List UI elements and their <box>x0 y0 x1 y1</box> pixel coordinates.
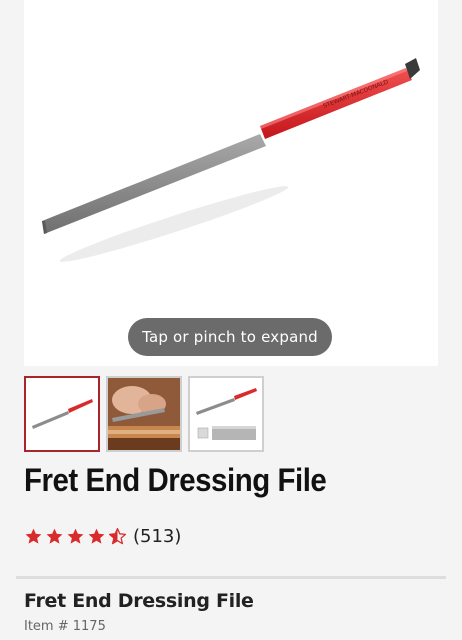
file-image: STEWART-MACDONALD <box>42 58 420 262</box>
svg-text:STEWART-MACDONALD: STEWART-MACDONALD <box>322 78 390 109</box>
in-use-thumbnail <box>108 378 180 450</box>
file-thumbnail <box>26 378 98 450</box>
star-full-icon <box>88 528 105 544</box>
thumbnail-1[interactable] <box>24 376 100 452</box>
review-count[interactable]: (513) <box>133 526 181 547</box>
star-half-icon <box>108 527 127 544</box>
divider <box>16 576 446 579</box>
star-rating <box>24 527 127 546</box>
product-title: Fret End Dressing File <box>24 462 327 498</box>
star-full-icon <box>67 528 84 544</box>
item-number: Item # 1175 <box>24 619 106 634</box>
thumbnail-2[interactable] <box>106 376 182 452</box>
variant-name: Fret End Dressing File <box>24 590 254 612</box>
file-and-block-thumbnail <box>190 378 262 450</box>
star-full-icon <box>46 528 63 544</box>
rating-row[interactable]: (513) <box>24 523 181 549</box>
expand-hint[interactable]: Tap or pinch to expand <box>128 318 332 356</box>
star-full-icon <box>25 528 42 544</box>
thumbnail-3[interactable] <box>188 376 264 452</box>
product-image[interactable]: STEWART-MACDONALD Tap or pinch to expand <box>24 0 438 366</box>
